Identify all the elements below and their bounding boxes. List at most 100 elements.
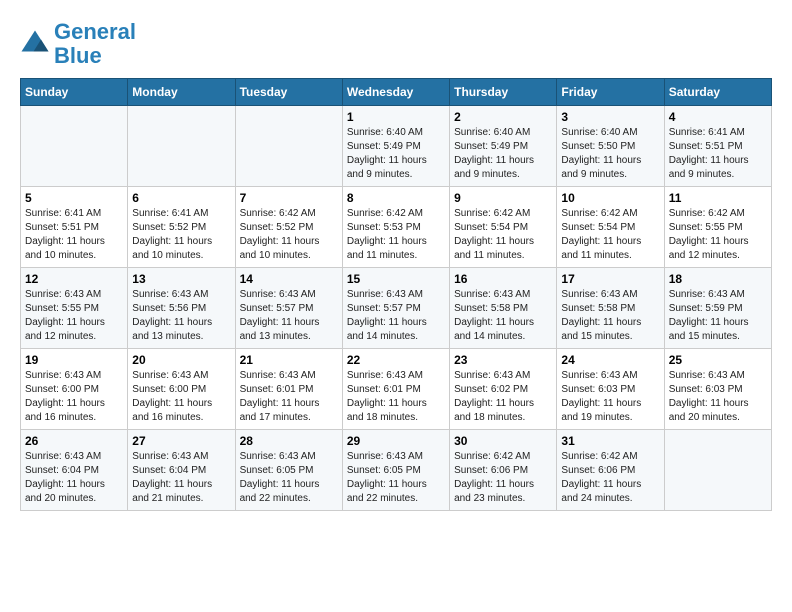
day-info: Sunrise: 6:43 AMSunset: 6:04 PMDaylight:…: [132, 450, 230, 506]
day-number: 27: [132, 434, 230, 448]
calendar-cell: 18Sunrise: 6:43 AMSunset: 5:59 PMDayligh…: [664, 268, 771, 349]
day-number: 13: [132, 272, 230, 286]
calendar-cell: 5 Sunrise: 6:41 AMSunset: 5:51 PMDaylight…: [21, 187, 128, 268]
weekday-header-row: SundayMondayTuesdayWednesdayThursdayFrid…: [21, 79, 772, 106]
calendar-cell: 12 Sunrise: 6:43 AMSunset: 5:55 PMDayligh…: [21, 268, 128, 349]
calendar-cell: 23 Sunrise: 6:43 AMSunset: 6:02 PMDayligh…: [450, 349, 557, 430]
day-number: 2: [454, 110, 552, 124]
day-info: Sunrise: 6:43 AMSunset: 6:01 PMDaylight:…: [347, 369, 445, 425]
day-info: Sunrise: 6:40 AMSunset: 5:49 PMDaylight:…: [454, 126, 552, 182]
weekday-header-monday: Monday: [128, 79, 235, 106]
week-row-2: 5 Sunrise: 6:41 AMSunset: 5:51 PMDaylight…: [21, 187, 772, 268]
logo: General Blue: [20, 20, 136, 68]
weekday-header-saturday: Saturday: [664, 79, 771, 106]
day-number: 22: [347, 353, 445, 367]
calendar-cell: 9Sunrise: 6:42 AMSunset: 5:54 PMDaylight…: [450, 187, 557, 268]
day-info: Sunrise: 6:43 AMSunset: 6:05 PMDaylight:…: [240, 450, 338, 506]
calendar-cell: 15 Sunrise: 6:43 AMSunset: 5:57 PMDayligh…: [342, 268, 449, 349]
day-info: Sunrise: 6:42 AMSunset: 6:06 PMDaylight:…: [454, 450, 552, 506]
calendar-cell: 1 Sunrise: 6:40 AMSunset: 5:49 PMDaylight…: [342, 106, 449, 187]
weekday-header-thursday: Thursday: [450, 79, 557, 106]
day-info: Sunrise: 6:41 AMSunset: 5:51 PMDaylight:…: [669, 126, 767, 182]
day-info: Sunrise: 6:43 AMSunset: 6:03 PMDaylight:…: [561, 369, 659, 425]
day-number: 16: [454, 272, 552, 286]
weekday-header-sunday: Sunday: [21, 79, 128, 106]
day-info: Sunrise: 6:42 AMSunset: 6:06 PMDaylight:…: [561, 450, 659, 506]
calendar-cell: 28Sunrise: 6:43 AMSunset: 6:05 PMDayligh…: [235, 430, 342, 511]
day-info: Sunrise: 6:43 AMSunset: 5:55 PMDaylight:…: [25, 288, 123, 344]
day-number: 5: [25, 191, 123, 205]
day-info: Sunrise: 6:40 AMSunset: 5:49 PMDaylight:…: [347, 126, 445, 182]
week-row-4: 19 Sunrise: 6:43 AMSunset: 6:00 PMDayligh…: [21, 349, 772, 430]
day-info: Sunrise: 6:42 AMSunset: 5:52 PMDaylight:…: [240, 207, 338, 263]
calendar-cell: 24 Sunrise: 6:43 AMSunset: 6:03 PMDayligh…: [557, 349, 664, 430]
calendar-cell: 27 Sunrise: 6:43 AMSunset: 6:04 PMDayligh…: [128, 430, 235, 511]
day-info: Sunrise: 6:43 AMSunset: 5:56 PMDaylight:…: [132, 288, 230, 344]
calendar-cell: 11 Sunrise: 6:42 AMSunset: 5:55 PMDayligh…: [664, 187, 771, 268]
day-info: Sunrise: 6:42 AMSunset: 5:54 PMDaylight:…: [561, 207, 659, 263]
day-info: Sunrise: 6:41 AMSunset: 5:51 PMDaylight:…: [25, 207, 123, 263]
day-number: 30: [454, 434, 552, 448]
calendar-cell: 8Sunrise: 6:42 AMSunset: 5:53 PMDaylight…: [342, 187, 449, 268]
day-number: 7: [240, 191, 338, 205]
calendar-cell: 30 Sunrise: 6:42 AMSunset: 6:06 PMDayligh…: [450, 430, 557, 511]
calendar-cell: [235, 106, 342, 187]
day-number: 29: [347, 434, 445, 448]
calendar-cell: 2 Sunrise: 6:40 AMSunset: 5:49 PMDaylight…: [450, 106, 557, 187]
page-header: General Blue: [20, 20, 772, 68]
calendar-cell: [21, 106, 128, 187]
day-number: 10: [561, 191, 659, 205]
calendar-cell: 22 Sunrise: 6:43 AMSunset: 6:01 PMDayligh…: [342, 349, 449, 430]
calendar-cell: [664, 430, 771, 511]
calendar-cell: 16Sunrise: 6:43 AMSunset: 5:58 PMDayligh…: [450, 268, 557, 349]
calendar-table: SundayMondayTuesdayWednesdayThursdayFrid…: [20, 78, 772, 511]
day-info: Sunrise: 6:43 AMSunset: 6:01 PMDaylight:…: [240, 369, 338, 425]
day-info: Sunrise: 6:41 AMSunset: 5:52 PMDaylight:…: [132, 207, 230, 263]
day-info: Sunrise: 6:42 AMSunset: 5:55 PMDaylight:…: [669, 207, 767, 263]
day-info: Sunrise: 6:43 AMSunset: 6:04 PMDaylight:…: [25, 450, 123, 506]
day-number: 20: [132, 353, 230, 367]
calendar-cell: 13 Sunrise: 6:43 AMSunset: 5:56 PMDayligh…: [128, 268, 235, 349]
day-number: 24: [561, 353, 659, 367]
calendar-cell: 20 Sunrise: 6:43 AMSunset: 6:00 PMDayligh…: [128, 349, 235, 430]
day-number: 17: [561, 272, 659, 286]
day-number: 19: [25, 353, 123, 367]
calendar-cell: 14Sunrise: 6:43 AMSunset: 5:57 PMDayligh…: [235, 268, 342, 349]
day-info: Sunrise: 6:43 AMSunset: 6:03 PMDaylight:…: [669, 369, 767, 425]
calendar-cell: 21Sunrise: 6:43 AMSunset: 6:01 PMDayligh…: [235, 349, 342, 430]
calendar-cell: 4 Sunrise: 6:41 AMSunset: 5:51 PMDaylight…: [664, 106, 771, 187]
calendar-cell: 29Sunrise: 6:43 AMSunset: 6:05 PMDayligh…: [342, 430, 449, 511]
calendar-cell: 25 Sunrise: 6:43 AMSunset: 6:03 PMDayligh…: [664, 349, 771, 430]
day-info: Sunrise: 6:43 AMSunset: 5:58 PMDaylight:…: [561, 288, 659, 344]
day-info: Sunrise: 6:43 AMSunset: 6:00 PMDaylight:…: [25, 369, 123, 425]
day-number: 23: [454, 353, 552, 367]
calendar-cell: 31 Sunrise: 6:42 AMSunset: 6:06 PMDayligh…: [557, 430, 664, 511]
day-info: Sunrise: 6:42 AMSunset: 5:54 PMDaylight:…: [454, 207, 552, 263]
weekday-header-friday: Friday: [557, 79, 664, 106]
day-number: 25: [669, 353, 767, 367]
day-number: 11: [669, 191, 767, 205]
week-row-1: 1 Sunrise: 6:40 AMSunset: 5:49 PMDaylight…: [21, 106, 772, 187]
day-info: Sunrise: 6:43 AMSunset: 6:02 PMDaylight:…: [454, 369, 552, 425]
day-info: Sunrise: 6:40 AMSunset: 5:50 PMDaylight:…: [561, 126, 659, 182]
calendar-cell: 26 Sunrise: 6:43 AMSunset: 6:04 PMDayligh…: [21, 430, 128, 511]
calendar-cell: [128, 106, 235, 187]
calendar-cell: 19 Sunrise: 6:43 AMSunset: 6:00 PMDayligh…: [21, 349, 128, 430]
day-number: 3: [561, 110, 659, 124]
day-number: 15: [347, 272, 445, 286]
day-number: 6: [132, 191, 230, 205]
week-row-5: 26 Sunrise: 6:43 AMSunset: 6:04 PMDayligh…: [21, 430, 772, 511]
day-info: Sunrise: 6:43 AMSunset: 5:57 PMDaylight:…: [347, 288, 445, 344]
day-number: 4: [669, 110, 767, 124]
day-number: 26: [25, 434, 123, 448]
day-number: 1: [347, 110, 445, 124]
logo-icon: [20, 29, 50, 59]
day-number: 18: [669, 272, 767, 286]
day-number: 14: [240, 272, 338, 286]
calendar-cell: 6 Sunrise: 6:41 AMSunset: 5:52 PMDaylight…: [128, 187, 235, 268]
calendar-cell: 3 Sunrise: 6:40 AMSunset: 5:50 PMDaylight…: [557, 106, 664, 187]
weekday-header-wednesday: Wednesday: [342, 79, 449, 106]
day-number: 12: [25, 272, 123, 286]
day-number: 31: [561, 434, 659, 448]
day-info: Sunrise: 6:43 AMSunset: 6:00 PMDaylight:…: [132, 369, 230, 425]
